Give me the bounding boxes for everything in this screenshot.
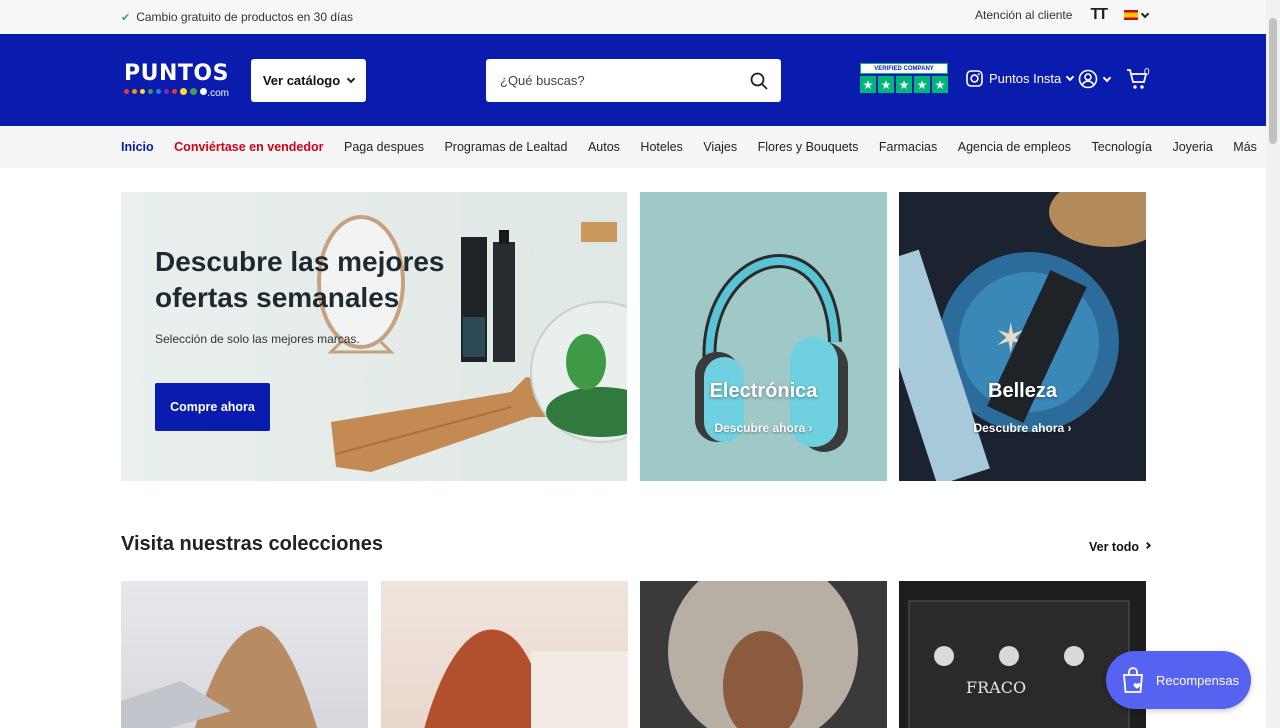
nav-item-tecnologia[interactable]: Tecnología (1092, 140, 1152, 154)
nav-item-flores[interactable]: Flores y Bouquets (758, 140, 859, 154)
nav-item-mas[interactable]: Más (1233, 140, 1257, 154)
scrollbar-thumb[interactable] (1269, 18, 1277, 144)
instagram-label: Puntos Insta (989, 71, 1062, 86)
category-card-belleza[interactable]: ✶ Belleza Descubre ahora › (899, 192, 1146, 481)
collection-image (121, 626, 318, 728)
card-link[interactable]: Descubre ahora › (640, 421, 887, 435)
nav-item-joyeria[interactable]: Joyeria (1172, 140, 1212, 154)
search-input[interactable] (486, 59, 737, 102)
svg-text:FRACO: FRACO (966, 678, 1026, 697)
nav-item-lealtad[interactable]: Programas de Lealtad (444, 140, 567, 154)
logo-word: PUNTOS (124, 61, 229, 86)
collection-image (424, 629, 628, 728)
collection-image (668, 581, 858, 728)
instagram-menu[interactable]: Puntos Insta (966, 70, 1075, 87)
star-icon: ★ (860, 76, 876, 93)
cart-count: 0 (1144, 67, 1150, 78)
star-icon: ★ (878, 76, 894, 93)
shopping-bag-heart-icon (1123, 667, 1143, 693)
beauty-product-image: ✶ (899, 192, 1146, 481)
customer-support-link[interactable]: Atención al cliente (975, 8, 1072, 22)
promo-text: Cambio gratuito de productos en 30 días (136, 10, 354, 24)
hero-subtitle: Selección de solo las mejores marcas. (155, 332, 360, 346)
card-title: Belleza (988, 380, 1057, 402)
nav-item-hoteles[interactable]: Hoteles (640, 140, 682, 154)
user-icon (1078, 69, 1098, 89)
cart-button[interactable]: 0 (1126, 67, 1150, 96)
chevron-right-icon (1143, 541, 1152, 550)
language-selector[interactable] (1124, 9, 1150, 20)
rewards-button[interactable]: Recompensas (1106, 651, 1251, 709)
puntos-logo[interactable]: PUNTOS .com (124, 61, 229, 99)
see-all-link[interactable]: Ver todo (1089, 540, 1152, 554)
vertical-scrollbar[interactable] (1266, 0, 1280, 728)
chevron-down-icon (1140, 9, 1150, 18)
collection-card[interactable] (640, 581, 887, 728)
instagram-icon (966, 70, 983, 87)
chevron-down-icon (1066, 72, 1075, 82)
collection-card[interactable] (381, 581, 628, 728)
chevron-down-icon (1102, 73, 1112, 82)
nav-item-vendedor[interactable]: Conviértase en vendedor (174, 140, 323, 154)
account-menu[interactable] (1078, 69, 1112, 89)
collection-card[interactable] (121, 581, 368, 728)
catalog-button[interactable]: Ver catálogo (251, 59, 366, 102)
search-bar (486, 59, 781, 102)
text-size-icon[interactable]: TT (1090, 6, 1107, 24)
collection-image: FRACO (908, 600, 1130, 728)
main-header: PUNTOS .com Ver catálogo VERIFIED COMPAN… (0, 34, 1266, 126)
star-icon: ★ (914, 76, 930, 93)
rewards-label: Recompensas (1156, 672, 1240, 688)
trustpilot-badge[interactable]: VERIFIED COMPANY ★ ★ ★ ★ ★ (860, 63, 948, 96)
check-icon: ✔ (121, 11, 131, 24)
spain-flag-icon (1124, 10, 1138, 20)
nav-item-viajes[interactable]: Viajes (703, 140, 737, 154)
collection-card[interactable]: FRACO (899, 581, 1146, 728)
card-link[interactable]: Descubre ahora › (899, 421, 1146, 435)
hero-title: Descubre las mejores ofertas semanales (155, 246, 445, 313)
collections-title: Visita nuestras colecciones (121, 533, 383, 555)
headphones-image (695, 254, 848, 452)
nav-item-inicio[interactable]: Inicio (121, 140, 154, 154)
card-title: Electrónica (709, 380, 818, 402)
hero-banner: Descubre las mejores ofertas semanales S… (121, 192, 627, 481)
star-icon: ★ (932, 76, 948, 93)
rating-stars: ★ ★ ★ ★ ★ (860, 76, 948, 93)
star-icon: ★ (896, 76, 912, 93)
category-nav: Inicio Conviértase en vendedor Paga desp… (0, 126, 1266, 168)
promo-message: ✔ Cambio gratuito de productos en 30 día… (121, 10, 353, 24)
nav-item-autos[interactable]: Autos (588, 140, 620, 154)
chevron-down-icon (346, 74, 356, 84)
top-utility-bar: ✔ Cambio gratuito de productos en 30 día… (0, 0, 1266, 34)
nav-item-empleos[interactable]: Agencia de empleos (958, 140, 1071, 154)
search-icon[interactable] (737, 72, 781, 90)
shop-now-button[interactable]: Compre ahora (155, 383, 270, 431)
nav-item-farmacias[interactable]: Farmacias (879, 140, 937, 154)
logo-suffix: .com (207, 88, 229, 99)
category-card-electronica[interactable]: Electrónica Descubre ahora › (640, 192, 887, 481)
nav-item-paga-despues[interactable]: Paga despues (344, 140, 424, 154)
trust-badge-label: VERIFIED COMPANY (860, 63, 948, 74)
catalog-button-label: Ver catálogo (262, 73, 341, 88)
